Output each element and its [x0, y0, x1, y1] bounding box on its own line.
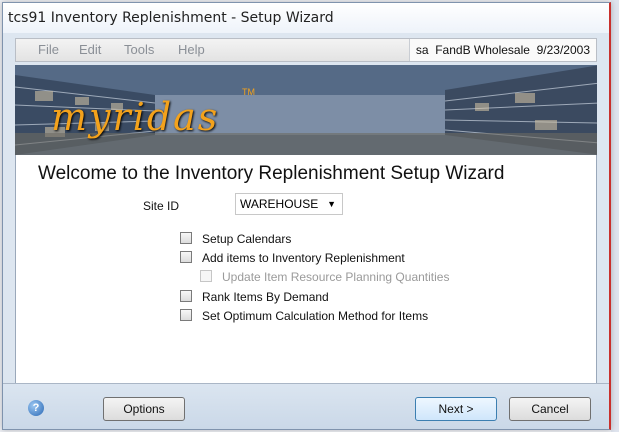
site-id-label: Site ID — [143, 199, 180, 213]
site-id-dropdown[interactable]: WAREHOUSE ▼ — [235, 193, 343, 215]
rank-items-label: Rank Items By Demand — [202, 290, 329, 304]
menu-file[interactable]: File — [38, 39, 59, 61]
update-planning-quantities-checkbox — [200, 270, 212, 282]
help-icon[interactable]: ? — [28, 400, 44, 416]
user-company-date-status: sa FandB Wholesale 9/23/2003 — [408, 39, 596, 61]
site-id-value: WAREHOUSE — [240, 197, 319, 211]
update-planning-quantities-label: Update Item Resource Planning Quantities — [222, 270, 450, 284]
setup-calendars-checkbox[interactable] — [180, 232, 192, 244]
menu-edit[interactable]: Edit — [79, 39, 101, 61]
optimum-calculation-checkbox[interactable] — [180, 309, 192, 321]
background-right-strip — [611, 0, 619, 432]
myridas-logo: myridas — [51, 95, 220, 139]
menu-help[interactable]: Help — [178, 39, 205, 61]
rank-items-checkbox[interactable] — [180, 290, 192, 302]
chevron-down-icon[interactable]: ▼ — [327, 194, 336, 214]
menu-bar: File Edit Tools Help sa FandB Wholesale … — [15, 38, 597, 62]
wizard-content: Welcome to the Inventory Replenishment S… — [15, 155, 597, 383]
next-button[interactable]: Next > — [415, 397, 497, 421]
cancel-button[interactable]: Cancel — [509, 397, 591, 421]
logo-trademark: TM — [242, 87, 255, 97]
window-titlebar[interactable]: tcs91 Inventory Replenishment - Setup Wi… — [3, 3, 609, 33]
add-items-label: Add items to Inventory Replenishment — [202, 251, 405, 265]
menu-tools[interactable]: Tools — [124, 39, 154, 61]
wizard-footer: ? Options Next > Cancel — [3, 383, 609, 429]
myridas-banner: myridas TM — [15, 65, 597, 156]
setup-wizard-window: tcs91 Inventory Replenishment - Setup Wi… — [2, 2, 611, 430]
window-title: tcs91 Inventory Replenishment - Setup Wi… — [8, 10, 334, 26]
page-title: Welcome to the Inventory Replenishment S… — [38, 163, 505, 184]
add-items-checkbox[interactable] — [180, 251, 192, 263]
optimum-calculation-label: Set Optimum Calculation Method for Items — [202, 309, 429, 323]
options-button[interactable]: Options — [103, 397, 185, 421]
setup-calendars-label: Setup Calendars — [202, 232, 292, 246]
